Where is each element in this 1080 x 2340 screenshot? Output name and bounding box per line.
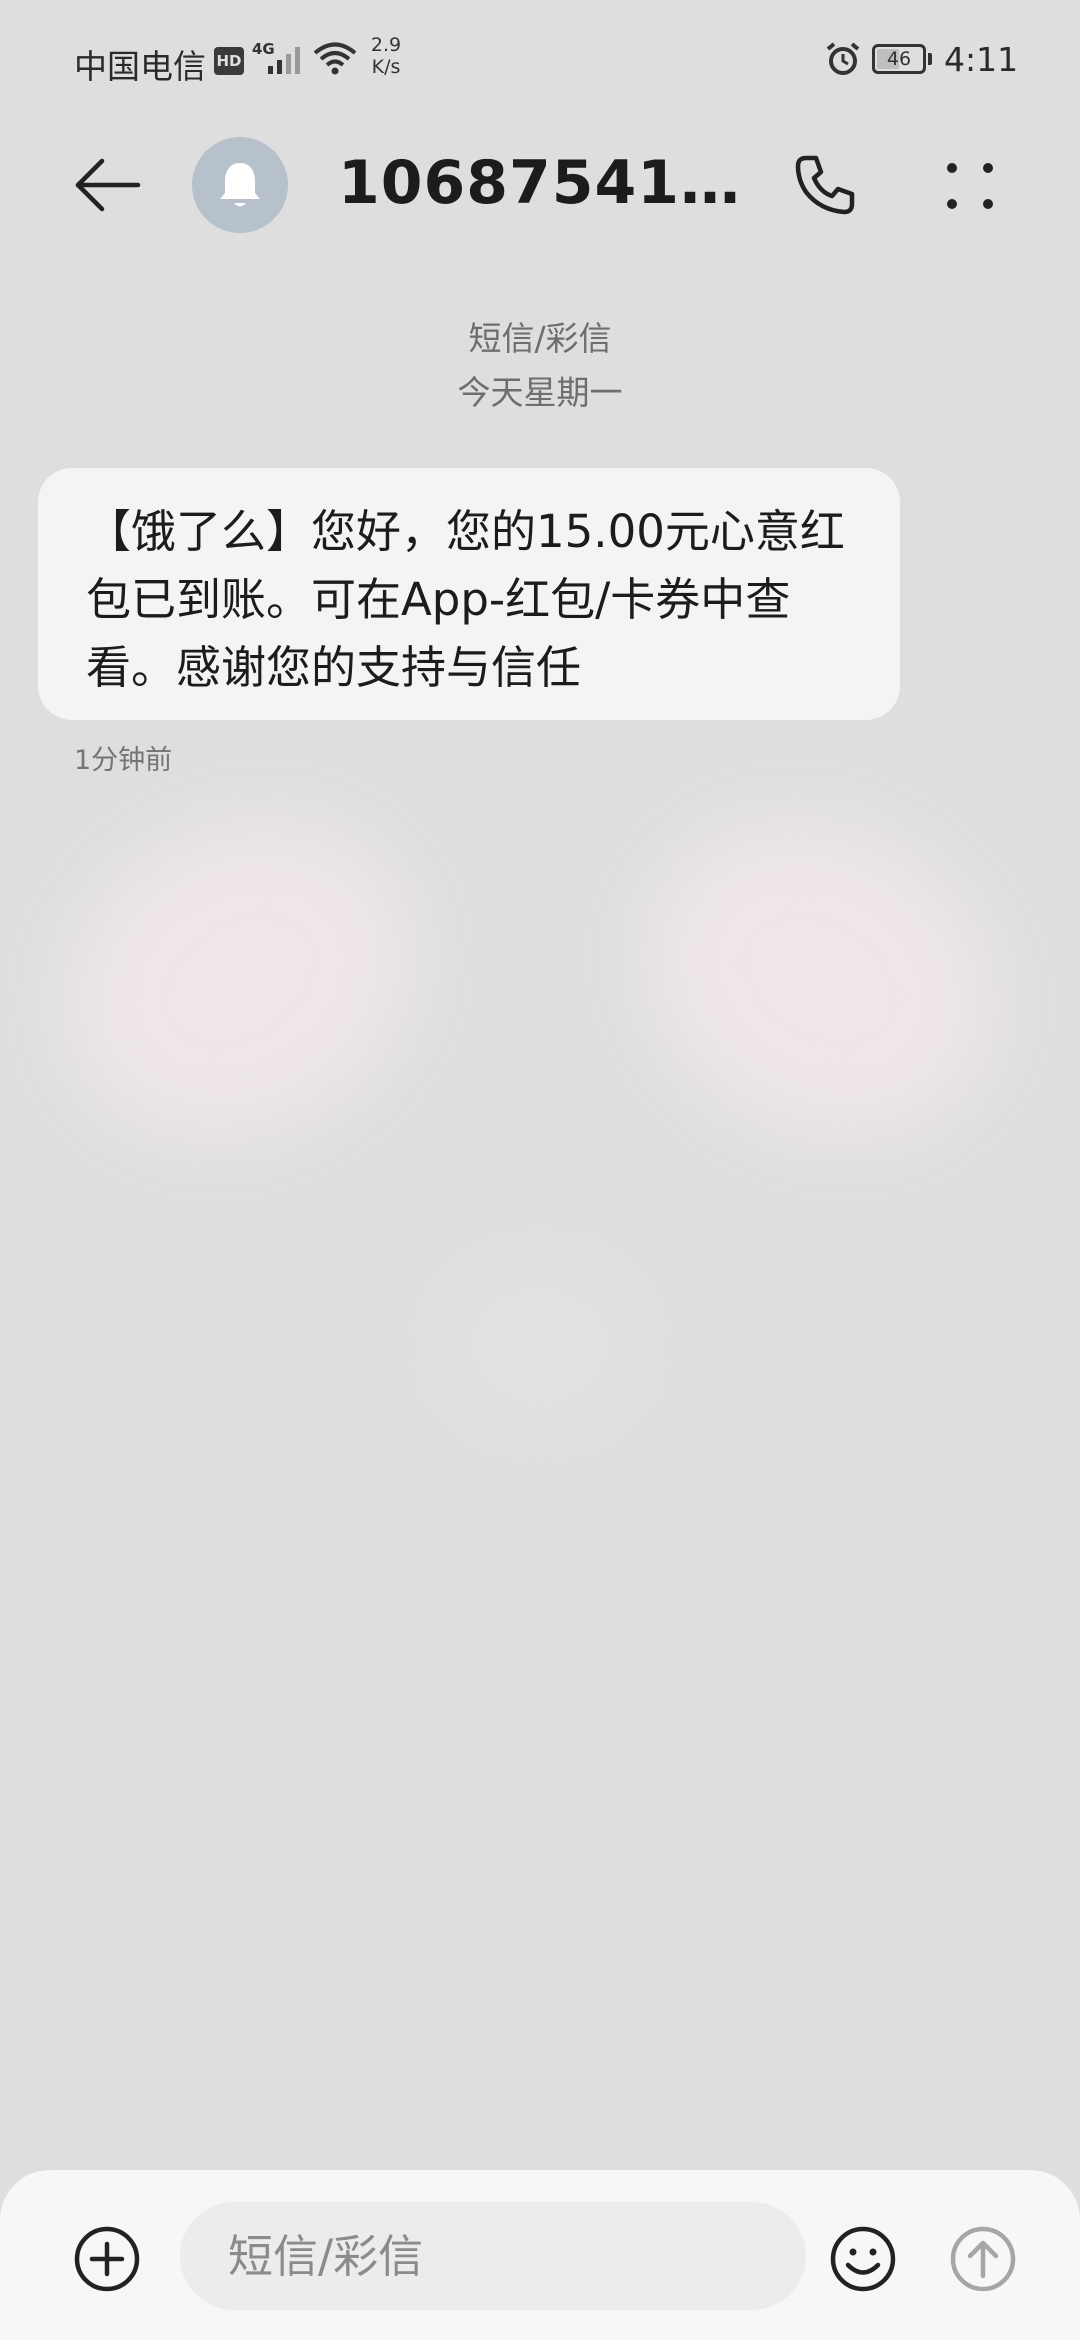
battery-icon: 46 — [872, 44, 926, 74]
conversation-meta: 短信/彩信 今天星期一 — [0, 312, 1080, 420]
notification-bell-icon — [220, 163, 260, 207]
alarm-clock-icon — [826, 42, 860, 75]
add-attachment-icon[interactable] — [72, 2224, 142, 2294]
status-bar: 中国电信 HD 4G 2.9 K/s 46 4:11 — [0, 0, 1080, 120]
network-speed-unit: K/s — [371, 56, 401, 78]
message-compose-input[interactable] — [180, 2202, 806, 2310]
background-blur-right — [589, 760, 1051, 1200]
network-speed: 2.9 K/s — [366, 34, 406, 78]
more-options-icon[interactable] — [940, 156, 1000, 216]
background-blur-left — [9, 760, 471, 1200]
background-blur-center — [440, 1260, 640, 1430]
hd-voice-icon: HD — [214, 47, 244, 75]
phone-call-icon[interactable] — [790, 150, 860, 220]
battery-tip — [928, 53, 932, 65]
clock-time: 4:11 — [944, 40, 1019, 79]
carrier-name: 中国电信 — [74, 47, 206, 86]
channel-label: 短信/彩信 — [468, 319, 612, 358]
sms-conversation-screen: 中国电信 HD 4G 2.9 K/s 46 4:11 106875412 短信/… — [0, 0, 1080, 2340]
network-speed-value: 2.9 — [370, 34, 402, 56]
back-arrow-icon[interactable] — [68, 150, 148, 220]
battery-level: 46 — [886, 48, 912, 70]
message-text: 【饿了么】您好，您的15.00元心意红包已到账。可在App-红包/卡券中查看。感… — [86, 505, 845, 694]
contact-number-title: 1068754125... — [338, 148, 758, 218]
wifi-icon — [313, 42, 357, 75]
send-icon[interactable] — [948, 2224, 1018, 2294]
date-label: 今天星期一 — [457, 373, 623, 412]
signal-strength-icon — [268, 47, 300, 74]
conversation-header: 1068754125... — [0, 120, 1080, 250]
contact-avatar[interactable] — [192, 137, 288, 233]
emoji-icon[interactable] — [828, 2224, 898, 2294]
message-timestamp: 1分钟前 — [74, 745, 173, 776]
message-input-bar — [0, 2170, 1080, 2340]
message-bubble[interactable]: 【饿了么】您好，您的15.00元心意红包已到账。可在App-红包/卡券中查看。感… — [38, 468, 900, 720]
